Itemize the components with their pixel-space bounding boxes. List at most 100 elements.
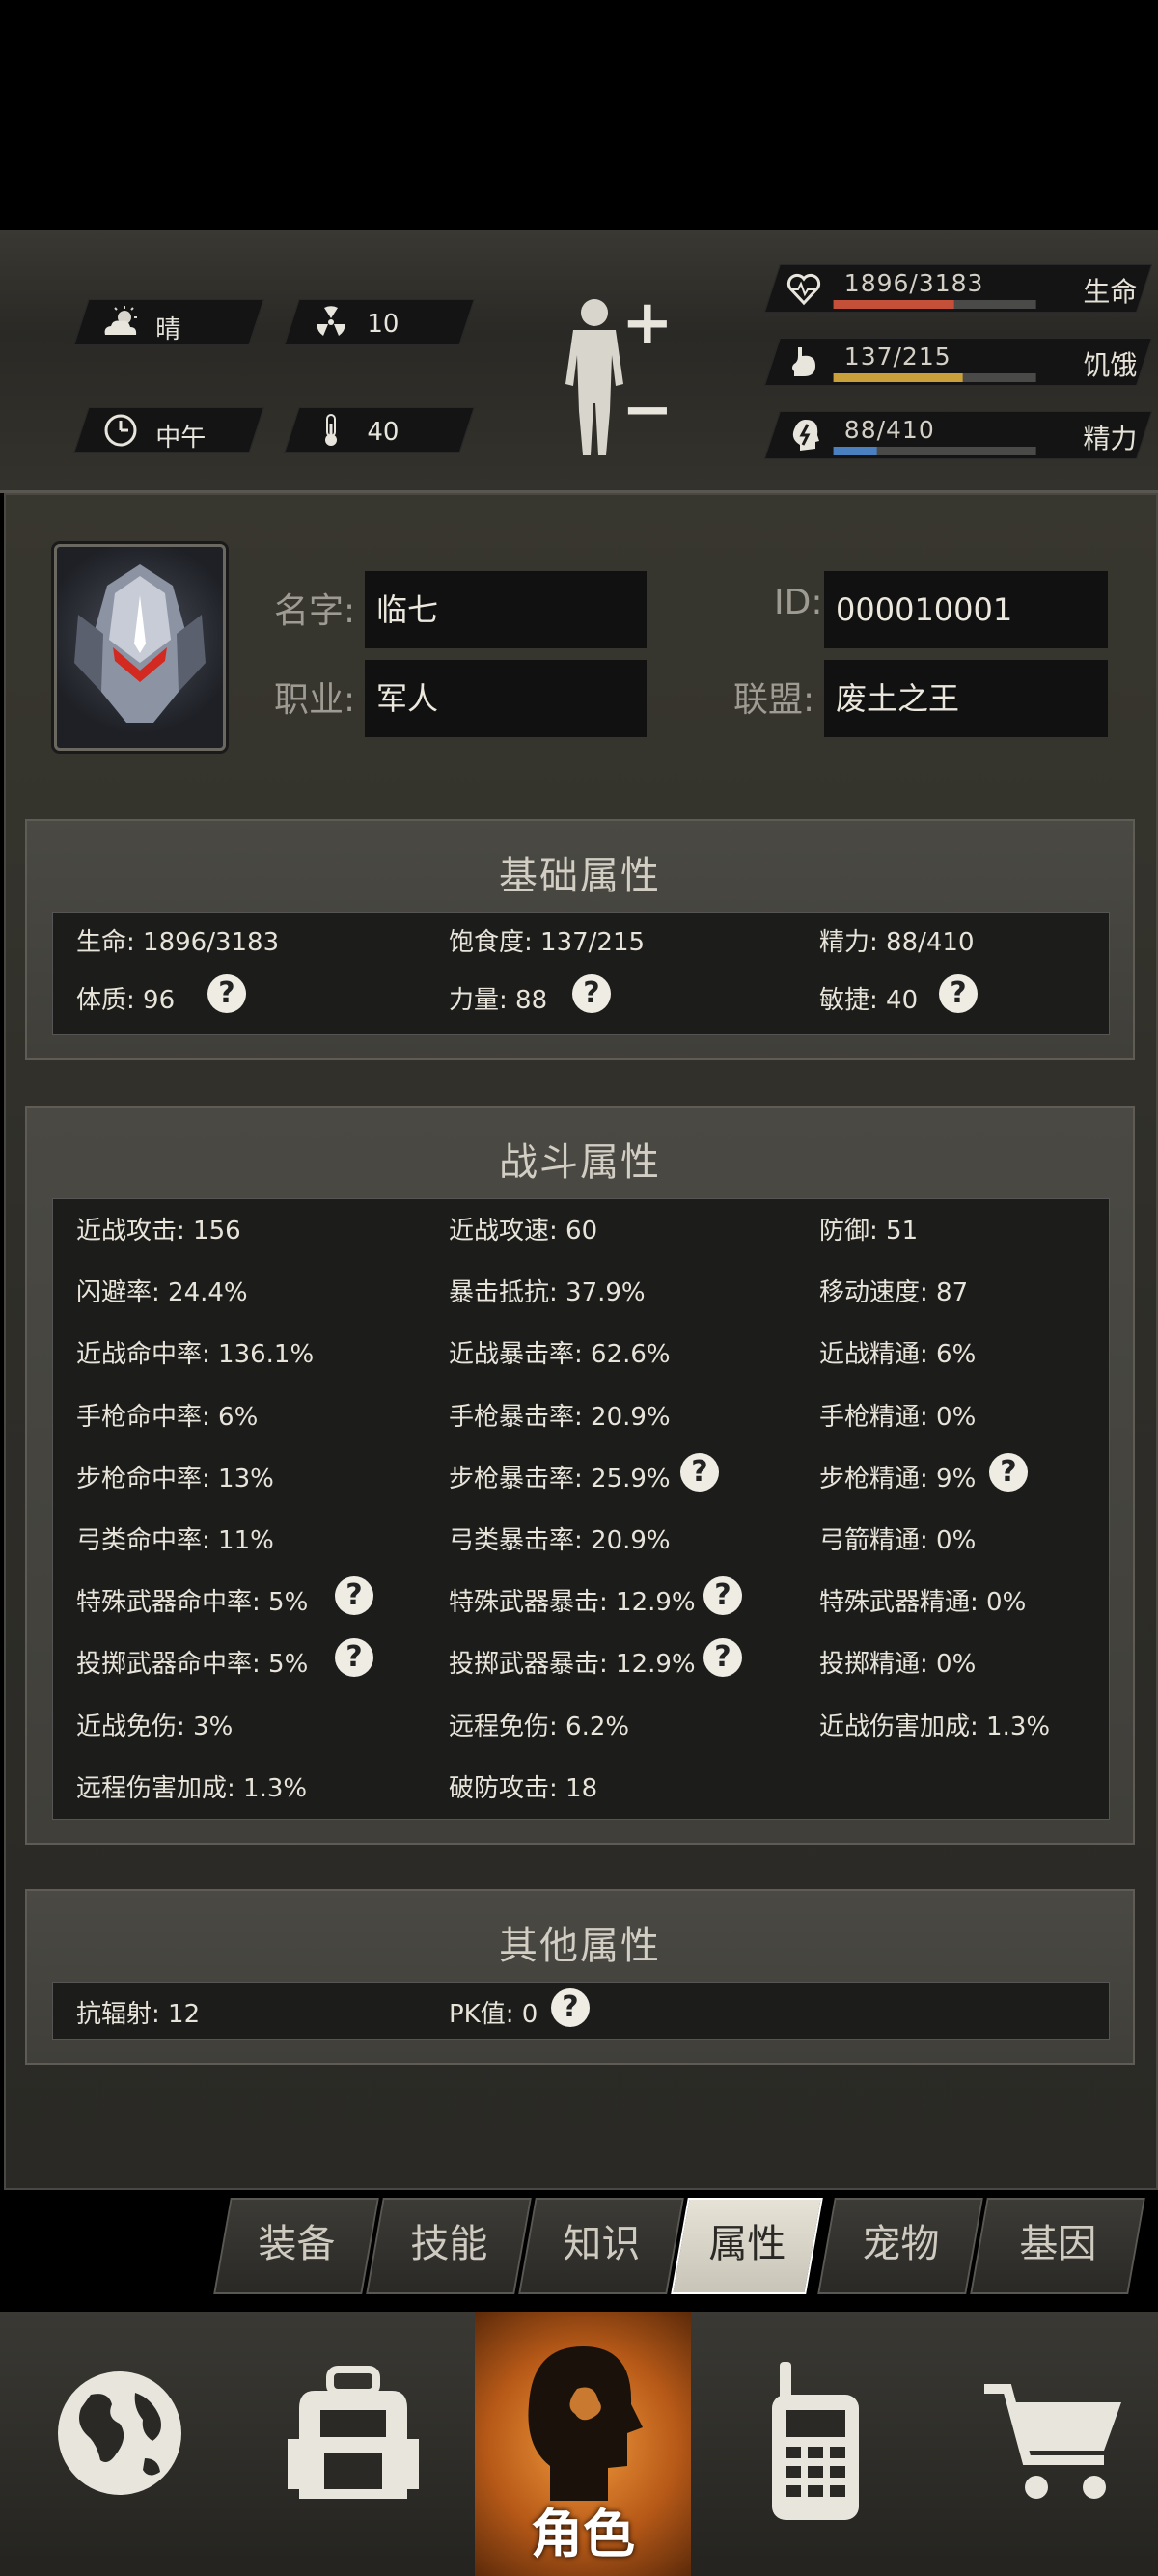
health-bar: 1896/3183 生命: [763, 264, 1153, 313]
nav-radio[interactable]: [695, 2312, 930, 2576]
help-icon[interactable]: ?: [703, 1638, 742, 1678]
hunger-label: 饥饿: [1083, 349, 1138, 381]
bottom-nav: 角色: [0, 2312, 1158, 2576]
attribute-cell: 近战免伤: 3%: [76, 1712, 234, 1741]
weather-label: 晴: [155, 315, 181, 344]
combat-attributes-grid: 近战攻击: 156 近战攻速: 60 防御: 51 闪避率: 24.4% 暴击抵抗: 3…: [52, 1198, 1110, 1820]
job-field: 军人: [365, 660, 647, 737]
attribute-cell: 移动速度: 87: [819, 1278, 969, 1308]
help-icon[interactable]: ?: [335, 1638, 373, 1678]
help-icon[interactable]: ?: [703, 1576, 742, 1616]
nav-character-label: 角色: [531, 2504, 635, 2564]
time-chip: 中午: [73, 407, 264, 453]
help-icon[interactable]: ?: [207, 974, 246, 1013]
stomach-icon: [792, 347, 815, 376]
walkie-talkie-icon: [772, 2362, 859, 2520]
attribute-cell: 敏捷: 40: [819, 986, 919, 1015]
attribute-cell: 近战伤害加成: 1.3%: [819, 1712, 1051, 1741]
other-attributes-grid: 抗辐射: 12 PK值: 0?: [52, 1982, 1110, 2040]
nav-character[interactable]: 角色: [475, 2312, 691, 2576]
attribute-cell: 力量: 88: [449, 986, 548, 1015]
attribute-cell: 手枪命中率: 6%: [76, 1402, 259, 1432]
energy-fill: [833, 447, 877, 455]
attribute-cell: PK值: 0: [449, 2000, 538, 2029]
attribute-cell: 暴击抵抗: 37.9%: [449, 1278, 646, 1308]
attribute-cell: 弓类暴击率: 20.9%: [449, 1526, 671, 1555]
help-icon[interactable]: ?: [551, 1988, 590, 2027]
clock-icon: [104, 414, 137, 447]
attribute-cell: 手枪精通: 0%: [819, 1402, 977, 1432]
tab-knowledge[interactable]: 知识: [518, 2198, 684, 2294]
tab-pets[interactable]: 宠物: [817, 2198, 983, 2294]
section-title: 基础属性: [499, 854, 661, 898]
attribute-cell: 抗辐射: 12: [76, 2000, 201, 2029]
hunger-track: [833, 373, 1036, 382]
help-icon[interactable]: ?: [939, 974, 978, 1013]
tab-equipment[interactable]: 装备: [213, 2198, 379, 2294]
backpack-icon: [288, 2366, 419, 2499]
id-label: ID:: [774, 583, 823, 622]
basic-attributes-grid: 生命: 1896/3183 饱食度: 137/215 精力: 88/410 体质: 9…: [52, 912, 1110, 1035]
thermometer-icon: [325, 414, 337, 446]
heart-icon: [786, 273, 821, 306]
attribute-cell: 步枪命中率: 13%: [76, 1464, 274, 1494]
help-icon[interactable]: ?: [680, 1452, 719, 1492]
radiation-value: 10: [367, 310, 400, 339]
attribute-cell: 手枪暴击率: 20.9%: [449, 1402, 671, 1432]
hunger-fill: [833, 373, 963, 382]
attribute-cell: 弓箭精通: 0%: [819, 1526, 977, 1555]
attribute-cell: 投掷精通: 0%: [819, 1650, 977, 1680]
energy-value: 88/410: [843, 416, 935, 444]
temperature-chip: 40: [284, 407, 475, 453]
attribute-cell: 特殊武器精通: 0%: [819, 1588, 1027, 1618]
radiation-icon: [317, 306, 345, 336]
energy-bar: 88/410 精力: [763, 411, 1153, 459]
name-label: 名字:: [274, 591, 356, 631]
hunger-bar: 137/215 饥饿: [763, 338, 1153, 386]
health-value: 1896/3183: [843, 269, 984, 297]
alliance-label: 联盟:: [733, 680, 815, 720]
hunger-value: 137/215: [843, 343, 951, 370]
energy-track: [833, 447, 1036, 455]
attribute-cell: 近战攻击: 156: [76, 1217, 241, 1246]
decrease-body-button[interactable]: −: [621, 374, 674, 446]
attribute-cell: 投掷武器命中率: 5%: [76, 1650, 309, 1680]
attribute-cell: 步枪暴击率: 25.9%: [449, 1464, 671, 1494]
tab-skills[interactable]: 技能: [366, 2198, 532, 2294]
attribute-cell: 远程伤害加成: 1.3%: [76, 1773, 308, 1803]
cloud-sun-icon: [104, 306, 137, 335]
attribute-cell: 特殊武器暴击: 12.9%: [449, 1588, 696, 1618]
basic-attributes-section: 基础属性 生命: 1896/3183 饱食度: 137/215 精力: 88/410…: [25, 819, 1135, 1060]
name-field: 临七: [365, 571, 647, 648]
time-label: 中午: [155, 424, 207, 452]
attribute-cell: 近战精通: 6%: [819, 1340, 977, 1370]
shopping-cart-icon: [984, 2384, 1121, 2499]
health-track: [833, 300, 1036, 309]
nav-world[interactable]: [0, 2312, 235, 2576]
attribute-cell: 特殊武器命中率: 5%: [76, 1588, 309, 1618]
job-label: 职业:: [274, 680, 356, 720]
tab-genes[interactable]: 基因: [970, 2198, 1145, 2294]
attribute-cell: 破防攻击: 18: [449, 1773, 598, 1803]
help-icon[interactable]: ?: [989, 1452, 1028, 1492]
avatar[interactable]: [54, 544, 226, 751]
temperature-value: 40: [367, 418, 400, 447]
attribute-cell: 精力: 88/410: [819, 928, 975, 957]
attribute-cell: 远程免伤: 6.2%: [449, 1712, 630, 1741]
radiation-chip: 10: [284, 299, 475, 345]
help-icon[interactable]: ?: [335, 1576, 373, 1616]
help-icon[interactable]: ?: [572, 974, 611, 1013]
character-head-icon: [528, 2346, 643, 2501]
attribute-cell: 闪避率: 24.4%: [76, 1278, 248, 1308]
attribute-cell: 近战命中率: 136.1%: [76, 1340, 315, 1370]
attribute-cell: 体质: 96: [76, 986, 176, 1015]
nav-shop[interactable]: [926, 2312, 1158, 2576]
globe-icon: [58, 2371, 181, 2495]
energy-label: 精力: [1083, 423, 1138, 454]
other-attributes-section: 其他属性 抗辐射: 12 PK值: 0?: [25, 1889, 1135, 2065]
increase-body-button[interactable]: +: [621, 288, 674, 359]
nav-backpack[interactable]: [235, 2312, 471, 2576]
attribute-cell: 防御: 51: [819, 1217, 919, 1246]
tab-attributes[interactable]: 属性: [671, 2198, 823, 2294]
status-header: 晴 10 中午 40 + − 1896/3183 生命 137/215 饥饿 8…: [0, 230, 1158, 493]
